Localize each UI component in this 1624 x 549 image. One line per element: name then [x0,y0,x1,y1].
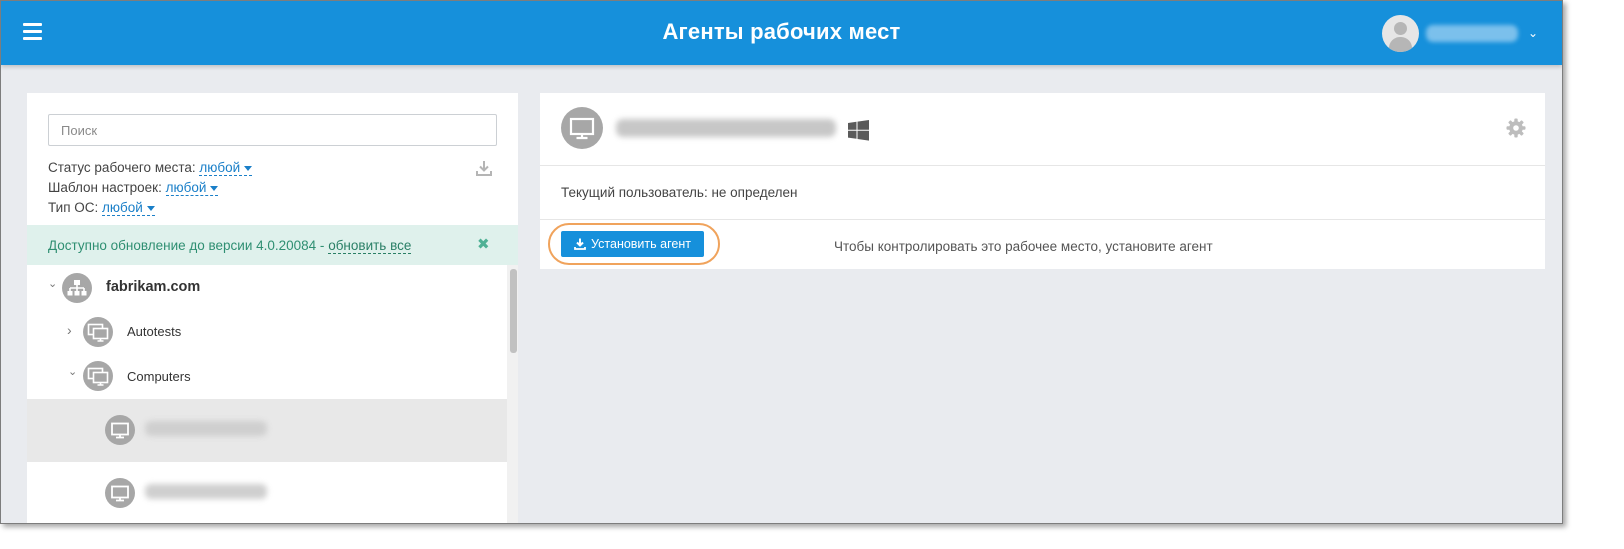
update-banner: Доступно обновление до версии 4.0.20084 … [27,225,518,265]
details-header [540,93,1545,166]
chevron-down-icon[interactable]: ⌄ [48,277,58,290]
filter-template: Шаблон настроек: любой [48,178,252,198]
install-agent-button[interactable]: Установить агент [561,231,704,257]
computer-name-redacted [616,119,836,137]
search-input[interactable] [48,114,497,146]
caret-down-icon [146,205,155,211]
current-user-text: Текущий пользователь: не определен [561,185,798,200]
gear-icon[interactable] [1506,118,1526,138]
computer-icon [105,478,135,508]
update-banner-text: Доступно обновление до версии 4.0.20084 … [48,238,329,253]
download-icon[interactable] [475,159,493,177]
tree-node-label: fabrikam.com [106,279,201,295]
windows-icon [848,120,869,141]
filter-os-dropdown[interactable]: любой [102,200,155,216]
computer-icon [561,107,603,149]
app-window: Агенты рабочих мест ⌄ Статус рабочего ме… [0,0,1563,524]
tree-scrollbar-thumb[interactable] [510,269,517,353]
tree-node-computers[interactable]: ⌄ Computers [27,353,507,399]
tree-node-autotests[interactable]: › Autotests [27,309,507,353]
workstation-tree: ⌄ fabrikam.com › Autotests ⌄ Computers [27,265,507,523]
user-menu[interactable]: ⌄ [1381,14,1538,52]
tree-node-label: Autotests [127,324,182,339]
workstation-group-icon [83,317,113,347]
update-all-link[interactable]: обновить все [328,238,412,254]
user-name-redacted [1425,24,1518,42]
user-icon [1381,14,1419,52]
chevron-down-icon[interactable]: ⌄ [68,365,78,378]
filter-template-label: Шаблон настроек: [48,180,162,195]
install-hint-text: Чтобы контролировать это рабочее место, … [834,239,1213,254]
caret-down-icon [210,185,219,191]
filter-template-dropdown[interactable]: любой [165,180,219,196]
close-icon[interactable]: ✖ [477,235,490,253]
workstations-sidebar: Статус рабочего места: любой Шаблон наст… [27,93,518,523]
page-title: Агенты рабочих мест [662,19,901,44]
computer-icon [105,415,135,445]
workstation-details: Текущий пользователь: не определен Устан… [540,93,1545,269]
filter-status: Статус рабочего места: любой [48,158,253,178]
filter-status-label: Статус рабочего места: [48,160,196,175]
chevron-right-icon[interactable]: › [67,322,77,338]
domain-icon [62,273,92,303]
install-agent-label: Установить агент [591,237,691,251]
filter-os-label: Тип ОС: [48,200,99,215]
chevron-down-icon[interactable]: ⌄ [1528,26,1538,40]
filters: Статус рабочего места: любой Шаблон наст… [48,158,253,218]
divider [540,219,1545,220]
workstation-group-icon [83,361,113,391]
computer-name-redacted [145,421,267,436]
caret-down-icon [244,165,253,171]
computer-name-redacted [145,484,267,499]
download-icon [574,238,586,250]
filter-os: Тип ОС: любой [48,198,252,218]
tree-node-root[interactable]: ⌄ fabrikam.com [27,265,507,309]
tree-node-computer[interactable] [27,399,507,462]
tree-node-label: Computers [127,369,191,384]
filter-status-dropdown[interactable]: любой [199,160,253,176]
tree-node-computer[interactable] [27,462,507,523]
top-bar: Агенты рабочих мест ⌄ [1,1,1562,65]
